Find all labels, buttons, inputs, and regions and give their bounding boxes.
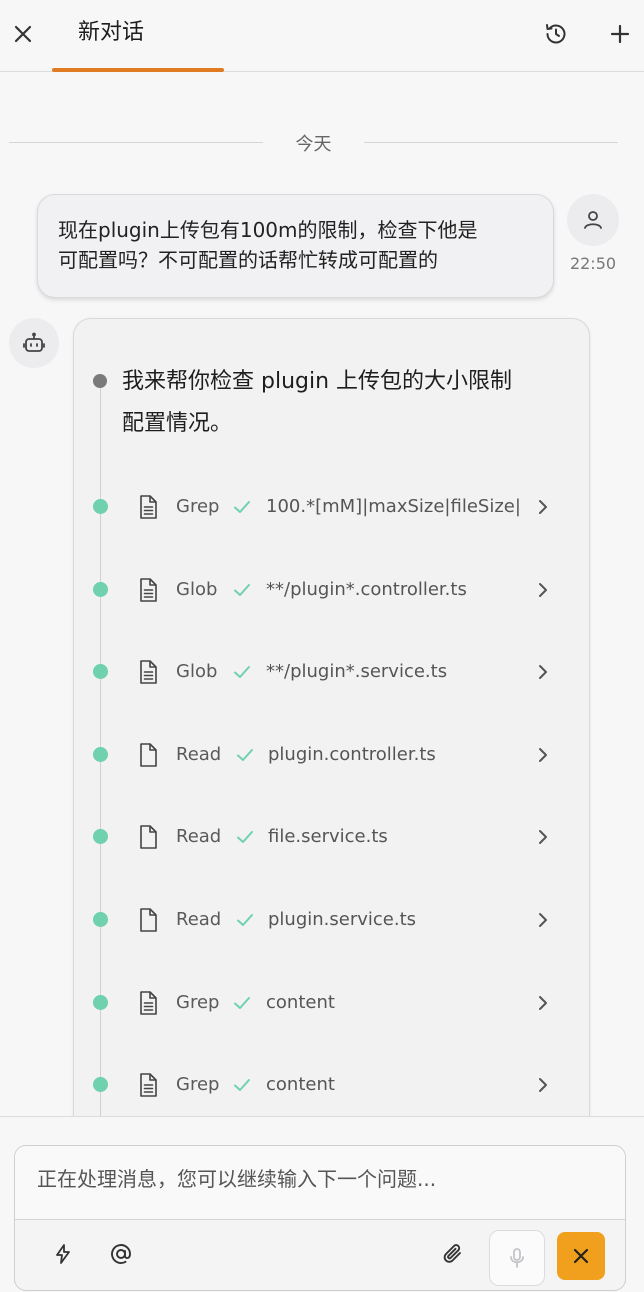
chevron-right-icon[interactable]: [532, 909, 554, 931]
close-icon[interactable]: [8, 14, 38, 54]
check-icon: [231, 992, 253, 1014]
message-input[interactable]: 正在处理消息，您可以继续输入下一个问题...: [15, 1146, 625, 1220]
lightning-icon[interactable]: [43, 1234, 83, 1274]
composer-area: 正在处理消息，您可以继续输入下一个问题...: [0, 1116, 644, 1292]
chevron-right-icon[interactable]: [532, 744, 554, 766]
step-tool-name: Grep: [176, 991, 220, 1013]
file-icon: [136, 742, 160, 768]
file-text-icon: [136, 494, 160, 520]
user-message-bubble: 现在plugin上传包有100m的限制，检查下他是 可配置吗？不可配置的话帮忙转…: [37, 194, 554, 298]
file-icon: [136, 907, 160, 933]
history-icon[interactable]: [540, 18, 572, 50]
tool-step-row[interactable]: Grep content: [74, 983, 591, 1023]
step-status-dot: [93, 581, 108, 597]
composer-box: 正在处理消息，您可以继续输入下一个问题...: [14, 1145, 626, 1291]
tool-step-row[interactable]: Read file.service.ts: [74, 817, 591, 857]
check-icon: [231, 496, 253, 518]
step-argument: **/plugin*.controller.ts: [266, 578, 467, 600]
step-argument: 100.*[mM]|maxSize|fileSize|…: [266, 496, 522, 517]
assistant-message-line-1: 我来帮你检查 plugin 上传包的大小限制: [122, 369, 513, 394]
step-status-dot: [93, 664, 108, 680]
close-icon: [573, 1248, 589, 1264]
divider-line-right: [364, 142, 618, 143]
step-status-dot: [93, 746, 108, 762]
step-tool-name: Glob: [176, 578, 218, 600]
step-argument: plugin.service.ts: [268, 909, 417, 930]
step-argument: **/plugin*.service.ts: [266, 661, 448, 683]
step-tool-name: Grep: [176, 1074, 220, 1096]
assistant-message-card: 我来帮你检查 plugin 上传包的大小限制 配置情况。 Grep 100.*[m…: [73, 318, 591, 1159]
check-icon: [234, 744, 256, 766]
step-tool-name: Read: [176, 826, 222, 848]
user-message-line-1: 现在plugin上传包有100m的限制，检查下他是: [58, 218, 478, 242]
file-text-icon: [136, 659, 160, 685]
tool-step-row[interactable]: Glob **/plugin*.controller.ts: [74, 570, 591, 610]
step-status-dot: [93, 912, 108, 927]
check-icon: [231, 579, 253, 601]
check-icon: [231, 1074, 253, 1096]
step-status-dot: [93, 994, 108, 1010]
bot-avatar-icon: [9, 318, 59, 368]
stop-button[interactable]: [557, 1232, 605, 1280]
plus-icon[interactable]: [604, 18, 636, 50]
step-argument: file.service.ts: [268, 826, 388, 848]
step-tool-name: Read: [176, 909, 222, 930]
mention-icon[interactable]: [101, 1234, 141, 1274]
step-status-dot: [93, 499, 108, 514]
file-text-icon: [136, 577, 160, 603]
file-text-icon: [136, 1072, 160, 1098]
tool-step-row[interactable]: Read plugin.controller.ts: [74, 735, 591, 775]
check-icon: [234, 909, 256, 931]
step-tool-name: Glob: [176, 661, 218, 683]
file-icon: [136, 824, 160, 850]
tab-label: 新对话: [78, 20, 145, 45]
user-message-line-2: 可配置吗？不可配置的话帮忙转成可配置的: [58, 248, 438, 272]
top-bar: 新对话: [0, 0, 644, 72]
file-text-icon: [136, 990, 160, 1016]
check-icon: [234, 826, 256, 848]
date-divider: 今天: [9, 124, 618, 160]
step-argument: plugin.controller.ts: [268, 743, 436, 765]
tool-step-row[interactable]: Grep content: [74, 1065, 591, 1105]
check-icon: [231, 661, 253, 683]
tab-new-chat[interactable]: 新对话: [52, 0, 224, 72]
assistant-message-line-2: 配置情况。: [122, 411, 233, 436]
tool-step-row[interactable]: Read plugin.service.ts: [74, 900, 591, 940]
user-avatar-icon: [567, 194, 619, 246]
tab-active-indicator: [52, 68, 224, 72]
chevron-right-icon[interactable]: [532, 661, 554, 683]
paperclip-icon[interactable]: [433, 1234, 473, 1274]
step-tool-name: Grep: [176, 496, 220, 517]
microphone-button[interactable]: [489, 1230, 545, 1286]
step-status-dot: [93, 829, 108, 845]
chevron-right-icon[interactable]: [532, 579, 554, 601]
chevron-right-icon[interactable]: [532, 496, 554, 518]
tool-step-row[interactable]: Grep 100.*[mM]|maxSize|fileSize|…: [74, 487, 591, 527]
microphone-icon: [510, 1248, 524, 1268]
date-label: 今天: [295, 134, 332, 155]
step-argument: content: [266, 991, 335, 1013]
assistant-message-text: 我来帮你检查 plugin 上传包的大小限制 配置情况。: [122, 361, 577, 445]
message-timestamp: 22:50: [569, 254, 617, 273]
step-status-dot: [93, 1077, 108, 1093]
step-tool-name: Read: [176, 743, 222, 765]
timeline-dot: [93, 374, 107, 388]
tool-step-row[interactable]: Glob **/plugin*.service.ts: [74, 652, 591, 692]
chevron-right-icon[interactable]: [532, 992, 554, 1014]
chevron-right-icon[interactable]: [532, 1074, 554, 1096]
chevron-right-icon[interactable]: [532, 826, 554, 848]
step-argument: content: [266, 1074, 335, 1096]
